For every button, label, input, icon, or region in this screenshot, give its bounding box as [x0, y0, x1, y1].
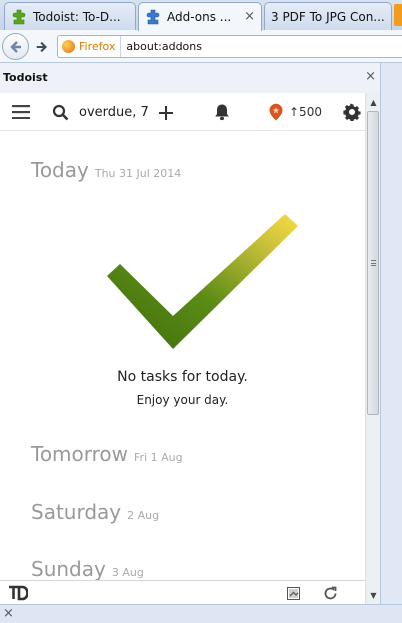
search-input[interactable] — [79, 102, 149, 122]
site-identity[interactable]: Firefox — [58, 36, 122, 57]
app-toolbar: ↑500 — [0, 93, 365, 131]
tab-label: Add-ons ... — [167, 10, 232, 24]
addon-bar: × — [0, 604, 402, 623]
search-icon[interactable] — [51, 103, 69, 121]
tab-pdf-to-jpg[interactable]: 3 PDF To JPG Con... — [264, 2, 392, 30]
close-addon-bar-icon[interactable]: × — [3, 606, 14, 621]
karma-pin-icon — [269, 103, 283, 121]
forward-arrow-icon — [36, 41, 47, 53]
empty-state-title: No tasks for today. — [117, 369, 248, 385]
grip-icon — [371, 260, 376, 266]
tab-overflow-indicator[interactable] — [394, 4, 402, 26]
refresh-icon[interactable] — [322, 585, 338, 601]
app-bottom-bar — [0, 580, 365, 604]
identity-label: Firefox — [79, 40, 116, 53]
day-name: Saturday — [31, 500, 122, 524]
day-date: Fri 1 Aug — [134, 451, 183, 464]
puzzle-piece-icon — [11, 9, 27, 25]
back-arrow-icon — [9, 40, 21, 53]
checkmark-icon — [107, 214, 298, 349]
close-tab-icon[interactable]: × — [244, 9, 255, 24]
notifications-bell-icon[interactable] — [213, 103, 231, 121]
settings-gear-icon[interactable] — [343, 103, 361, 121]
sidebar-title: Todoist — [3, 71, 48, 84]
day-name: Today — [31, 158, 89, 182]
todoist-app: ↑500 Today Thu 31 Jul 2014 No tasks for … — [0, 93, 365, 580]
tab-todoist[interactable]: Todoist: To-D... — [4, 2, 136, 30]
todoist-logo-icon[interactable] — [8, 584, 28, 602]
menu-icon[interactable] — [12, 104, 30, 120]
day-name: Tomorrow — [31, 442, 129, 466]
day-heading-today: Today Thu 31 Jul 2014 — [31, 158, 181, 182]
navigation-bar: Firefox about:addons — [0, 30, 402, 63]
firefox-logo-icon — [62, 40, 75, 53]
tab-label: 3 PDF To JPG Con... — [271, 9, 385, 24]
day-date: Thu 31 Jul 2014 — [94, 167, 182, 180]
back-button[interactable] — [2, 33, 29, 60]
sidebar-close-icon[interactable]: × — [365, 69, 376, 84]
url-text[interactable]: about:addons — [121, 40, 202, 53]
page-content-edge — [380, 63, 402, 604]
scroll-up-arrow-icon[interactable]: ▲ — [366, 95, 381, 109]
scroll-down-arrow-icon[interactable]: ▼ — [366, 588, 381, 602]
add-task-icon[interactable] — [157, 104, 174, 121]
vertical-scrollbar[interactable]: ▲ ▼ — [365, 93, 380, 604]
url-bar[interactable]: Firefox about:addons — [57, 35, 402, 58]
day-heading-saturday: Saturday 2 Aug — [31, 500, 159, 524]
open-in-window-icon[interactable] — [286, 586, 300, 600]
day-name: Sunday — [31, 557, 106, 580]
day-heading-sunday: Sunday 3 Aug — [31, 557, 144, 580]
day-heading-tomorrow: Tomorrow Fri 1 Aug — [31, 442, 183, 466]
karma-value: ↑500 — [289, 105, 322, 119]
empty-state-subtitle: Enjoy your day. — [136, 393, 229, 407]
tab-strip: Todoist: To-D... Add-ons ... × 3 PDF To … — [0, 0, 402, 31]
day-date: 3 Aug — [111, 566, 144, 579]
sidebar-header: Todoist × — [0, 63, 380, 93]
day-date: 2 Aug — [127, 509, 160, 522]
forward-button[interactable] — [33, 38, 51, 56]
tab-label: Todoist: To-D... — [33, 9, 121, 24]
tab-addons[interactable]: Add-ons ... × — [138, 2, 262, 31]
scroll-thumb[interactable] — [367, 111, 379, 415]
puzzle-piece-icon — [145, 9, 161, 25]
karma-indicator[interactable]: ↑500 — [268, 103, 322, 121]
